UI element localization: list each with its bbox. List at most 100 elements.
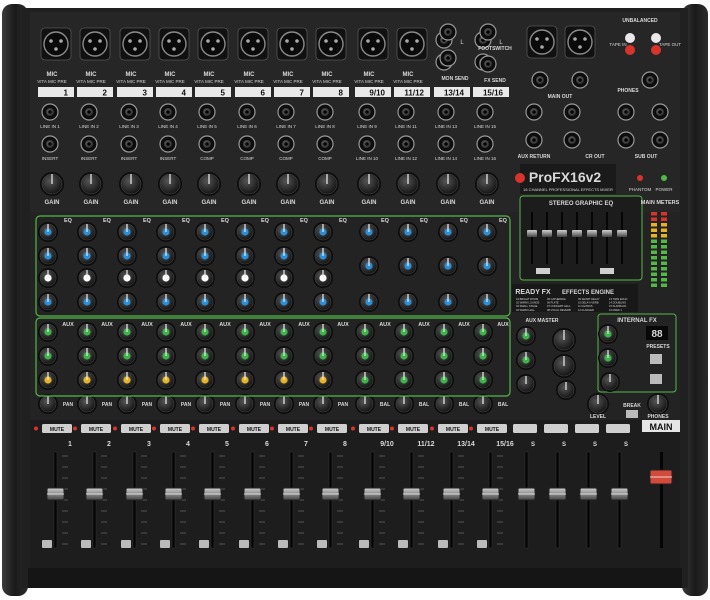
eq-hi-knob[interactable]	[235, 222, 255, 242]
output-jack[interactable]	[617, 103, 635, 121]
output-jack[interactable]	[651, 103, 669, 121]
main-out-xlr-l[interactable]	[526, 25, 558, 59]
fx-to-mon2-knob[interactable]	[598, 348, 618, 368]
eq-low-knob[interactable]	[313, 292, 333, 312]
eq-low-knob[interactable]	[195, 292, 215, 312]
break-button[interactable]	[626, 410, 638, 418]
mon-send-jack-r[interactable]	[439, 49, 457, 67]
gain-knob[interactable]	[119, 172, 143, 196]
aux-fx-knob[interactable]	[195, 370, 215, 390]
eq-hi-knob[interactable]	[359, 222, 379, 242]
pfl-button[interactable]	[477, 540, 487, 548]
eq-mid-knob[interactable]	[117, 246, 137, 266]
aux-fx-knob[interactable]	[77, 370, 97, 390]
eq-freq-knob[interactable]	[77, 268, 97, 288]
eq-low-knob[interactable]	[235, 292, 255, 312]
pan-knob[interactable]	[313, 394, 333, 414]
eq-mid-knob[interactable]	[195, 246, 215, 266]
sub-mute-button[interactable]	[513, 424, 537, 433]
eq-mid-knob[interactable]	[438, 256, 458, 276]
gain-knob[interactable]	[276, 172, 300, 196]
aux-mon-knob[interactable]	[473, 322, 493, 342]
output-jack[interactable]	[563, 131, 581, 149]
aux-fx-knob[interactable]	[313, 370, 333, 390]
gain-knob[interactable]	[158, 172, 182, 196]
line-input-jack[interactable]	[80, 103, 98, 121]
aux-mon-knob[interactable]	[313, 322, 333, 342]
eq-mid-knob[interactable]	[77, 246, 97, 266]
aux-mon2-knob[interactable]	[156, 346, 176, 366]
line-input-jack[interactable]	[397, 103, 415, 121]
eq-mid-knob[interactable]	[398, 256, 418, 276]
aux-mon2-knob[interactable]	[313, 346, 333, 366]
insert-jack[interactable]	[41, 135, 59, 153]
line-input-jack[interactable]	[41, 103, 59, 121]
insert-jack[interactable]	[316, 135, 334, 153]
mon-master-knob[interactable]	[552, 328, 576, 352]
aux-fx-knob[interactable]	[235, 370, 255, 390]
gain-knob[interactable]	[436, 172, 460, 196]
output-jack[interactable]	[617, 131, 635, 149]
eq-low-knob[interactable]	[156, 292, 176, 312]
eq-freq-knob[interactable]	[195, 268, 215, 288]
eq-mid-knob[interactable]	[274, 246, 294, 266]
aux-mon2-knob[interactable]	[274, 346, 294, 366]
aux-fx-knob[interactable]	[473, 370, 493, 390]
gain-knob[interactable]	[396, 172, 420, 196]
aux-fx-knob[interactable]	[434, 370, 454, 390]
eq-freq-knob[interactable]	[38, 268, 58, 288]
aux-mon2-knob[interactable]	[195, 346, 215, 366]
line-input-jack[interactable]	[316, 103, 334, 121]
aux-fx-knob[interactable]	[355, 370, 375, 390]
eq-low-knob[interactable]	[77, 292, 97, 312]
aux-fx-knob[interactable]	[38, 370, 58, 390]
insert-jack[interactable]	[80, 135, 98, 153]
aux-mon-knob[interactable]	[394, 322, 414, 342]
eq-freq-knob[interactable]	[313, 268, 333, 288]
pfl-button[interactable]	[81, 540, 91, 548]
xlr-mic-input[interactable]	[197, 27, 229, 61]
main-out-jack-l[interactable]	[531, 71, 549, 89]
aux-mon-knob[interactable]	[77, 322, 97, 342]
pan-knob[interactable]	[434, 394, 454, 414]
aux-mon2-knob[interactable]	[117, 346, 137, 366]
footswitch-jack[interactable]	[479, 23, 497, 41]
level-knob[interactable]	[587, 393, 609, 415]
line-input-jack[interactable]	[476, 103, 494, 121]
aux-return-mon-knob[interactable]	[516, 326, 536, 346]
pfl-button[interactable]	[438, 540, 448, 548]
gain-knob[interactable]	[197, 172, 221, 196]
aux-mon2-knob[interactable]	[394, 346, 414, 366]
pan-knob[interactable]	[156, 394, 176, 414]
aux-mon-knob[interactable]	[195, 322, 215, 342]
aux-mon-knob[interactable]	[355, 322, 375, 342]
eq-hi-knob[interactable]	[438, 222, 458, 242]
pfl-button[interactable]	[398, 540, 408, 548]
eq-hi-knob[interactable]	[156, 222, 176, 242]
aux-mon-knob[interactable]	[156, 322, 176, 342]
fx-send-jack[interactable]	[479, 55, 497, 73]
fx-mute-button[interactable]	[650, 374, 662, 384]
insert-jack[interactable]	[437, 135, 455, 153]
eq-freq-knob[interactable]	[235, 268, 255, 288]
gain-knob[interactable]	[40, 172, 64, 196]
eq-mid-knob[interactable]	[156, 246, 176, 266]
fx-to-main-knob[interactable]	[600, 372, 620, 392]
aux-mon2-knob[interactable]	[38, 346, 58, 366]
pan-knob[interactable]	[394, 394, 414, 414]
xlr-mic-input[interactable]	[396, 27, 428, 61]
pan-knob[interactable]	[38, 394, 58, 414]
sub-mute-button[interactable]	[575, 424, 599, 433]
eq-hi-knob[interactable]	[274, 222, 294, 242]
pfl-button[interactable]	[317, 540, 327, 548]
xlr-mic-input[interactable]	[79, 27, 111, 61]
pan-knob[interactable]	[235, 394, 255, 414]
sub-mute-button[interactable]	[544, 424, 568, 433]
gain-knob[interactable]	[357, 172, 381, 196]
mon2-master-knob[interactable]	[552, 354, 576, 378]
line-input-jack[interactable]	[238, 103, 256, 121]
eq-mid-knob[interactable]	[359, 256, 379, 276]
insert-jack[interactable]	[358, 135, 376, 153]
eq-low-knob[interactable]	[274, 292, 294, 312]
eq-low-knob[interactable]	[117, 292, 137, 312]
